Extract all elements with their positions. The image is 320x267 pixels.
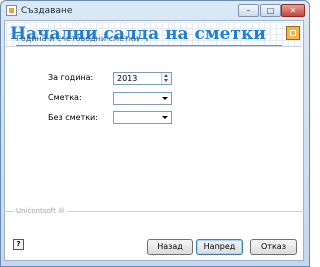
no-accounts-select[interactable] <box>113 111 172 124</box>
help-icon[interactable]: ? <box>13 239 24 250</box>
section-divider <box>16 45 282 46</box>
chevron-down-icon[interactable] <box>162 97 168 100</box>
chevron-down-icon[interactable] <box>162 116 168 119</box>
spin-down-icon[interactable] <box>164 79 168 82</box>
year-value[interactable]: 2013 <box>117 74 137 83</box>
app-icon <box>6 5 17 16</box>
spin-up-icon[interactable] <box>164 74 168 77</box>
account-label: Сметка: <box>48 93 82 102</box>
back-button[interactable]: Назад <box>147 239 193 255</box>
section-header: Година и счетоводни сметки <box>16 34 282 46</box>
brand-label: Unicontsoft ® <box>14 207 68 215</box>
minimize-button[interactable]: – <box>238 4 259 17</box>
next-button[interactable]: Напред <box>196 239 243 255</box>
no-accounts-label: Без сметки: <box>48 113 98 122</box>
maximize-button[interactable]: □ <box>260 4 281 17</box>
year-stepper[interactable]: 2013 <box>113 72 172 85</box>
window-title: Създаване <box>21 6 73 16</box>
cancel-button[interactable]: Отказ <box>250 239 297 255</box>
wizard-icon <box>286 26 300 40</box>
account-select[interactable] <box>113 92 172 105</box>
dialog-client-area: Начални салда на сметки <box>4 20 304 261</box>
close-button[interactable]: ✕ <box>281 4 305 17</box>
year-label: За година: <box>48 73 94 82</box>
title-bar[interactable]: Създаване – □ ✕ <box>1 1 309 21</box>
year-spin-buttons[interactable] <box>161 73 171 84</box>
section-title: Година и счетоводни сметки <box>16 34 139 43</box>
